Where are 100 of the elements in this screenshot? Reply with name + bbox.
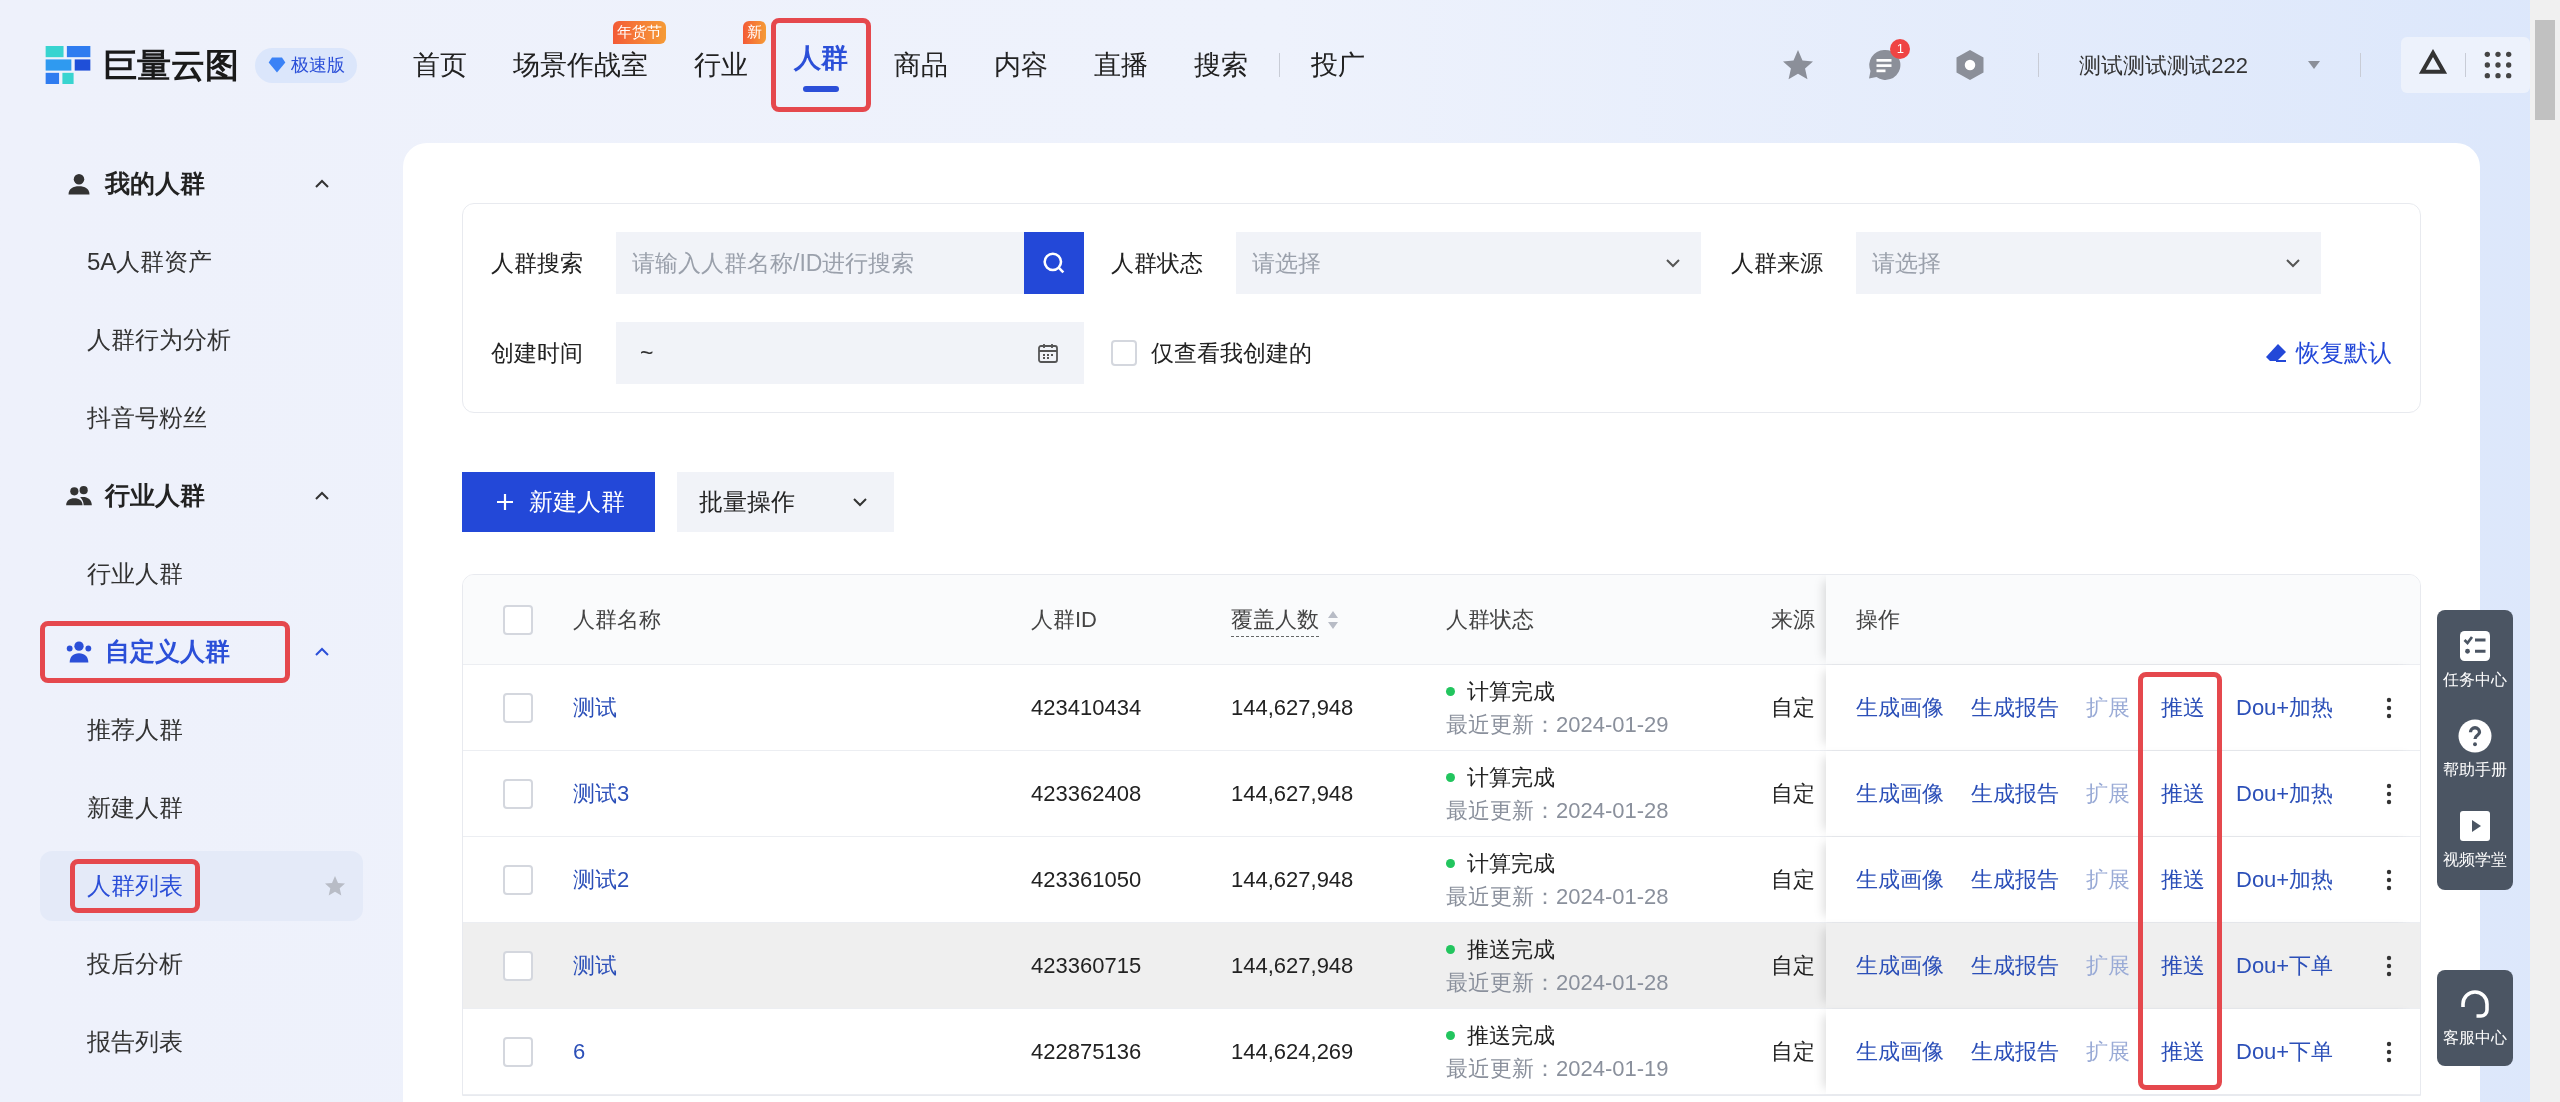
user-menu[interactable]: 测试测试测试222 (2079, 48, 2320, 82)
selected-indicator (803, 86, 839, 93)
sidebar-item[interactable]: 抖音号粉丝 (40, 383, 363, 453)
table-cell-text: 144,627,948 (1231, 952, 1354, 980)
table-cell-text: 144,627,948 (1231, 866, 1354, 894)
checkbox[interactable] (503, 950, 533, 981)
nav-tab[interactable]: 搜索 (1194, 44, 1248, 86)
action-link[interactable]: 生成画像 (1856, 863, 1944, 896)
nav-tab[interactable]: 商品 (894, 44, 948, 86)
sidebar-item[interactable]: 人群行为分析 (40, 305, 363, 375)
create-button[interactable]: 新建人群 (462, 472, 655, 532)
sidebar-item[interactable]: 新建人群 (40, 773, 363, 843)
action-link[interactable]: 生成画像 (1856, 1035, 1944, 1068)
sidebar-group[interactable]: 行业人群 (40, 465, 290, 527)
star-icon[interactable] (323, 874, 347, 898)
group-name-link[interactable]: 测试 (573, 949, 617, 982)
action-link[interactable]: Dou+加热 (2236, 691, 2334, 724)
column-header: 人群ID (1031, 606, 1097, 634)
table-cell-text: 423410434 (1031, 694, 1142, 722)
group-name-link[interactable]: 测试3 (573, 777, 630, 810)
action-link[interactable]: 生成报告 (1971, 777, 2059, 810)
action-link[interactable]: 生成画像 (1856, 949, 1944, 982)
action-link[interactable]: 生成报告 (1971, 863, 2059, 896)
column-header: 操作 (1856, 606, 1900, 634)
grid-icon[interactable] (2482, 49, 2514, 81)
sidebar-item[interactable]: 报告列表 (40, 1007, 363, 1077)
action-link[interactable]: 生成报告 (1971, 949, 2059, 982)
sidebar-item[interactable]: 行业人群 (40, 539, 363, 609)
checkbox[interactable] (503, 692, 533, 723)
date-range-field[interactable]: ~ (616, 322, 1084, 384)
sidebar-item[interactable]: 投后分析 (40, 929, 363, 999)
table-row[interactable]: 测试 423360715 144,627,948 推送完成 最近更新：2024-01-28 自定 生成画像 生成报告 扩展 推送 Dou+下单 (463, 923, 2420, 1009)
action-link[interactable]: 生成报告 (1971, 1035, 2059, 1068)
status-text: 计算完成 (1467, 763, 1555, 792)
updated-time: 最近更新：2024-01-28 (1446, 882, 1670, 911)
group-label: 行业人群 (105, 480, 205, 512)
checkbox[interactable] (503, 1036, 533, 1067)
action-link[interactable]: 生成画像 (1856, 691, 1944, 724)
scrollbar[interactable] (2530, 0, 2560, 1102)
sidebar-item[interactable]: 人群列表 (40, 851, 363, 921)
sidebar-item[interactable]: 推荐人群 (40, 695, 363, 765)
item-label: 行业人群 (86, 559, 184, 589)
more-icon[interactable] (2386, 868, 2392, 891)
filter-label: 人群搜索 (491, 248, 584, 278)
table-cell-text: 自定 (1771, 694, 1815, 722)
group-name-link[interactable]: 6 (573, 1035, 586, 1068)
more-icon[interactable] (2386, 954, 2392, 977)
checkbox[interactable] (503, 604, 533, 635)
group-name-link[interactable]: 测试2 (573, 863, 630, 896)
column-header[interactable]: 覆盖人数 (1231, 602, 1319, 637)
action-link[interactable]: 生成报告 (1971, 691, 2059, 724)
action-link[interactable]: 推送 (2161, 1035, 2205, 1068)
nav-tab[interactable]: 行业 (694, 44, 748, 86)
group-name-link[interactable]: 测试 (573, 691, 617, 724)
action-link[interactable]: Dou+加热 (2236, 777, 2334, 810)
action-link[interactable]: 推送 (2161, 863, 2205, 896)
caret-icon (2308, 61, 2320, 69)
table-row[interactable]: 测试3 423362408 144,627,948 计算完成 最近更新：2024-01-28 自定 生成画像 生成报告 扩展 推送 Dou+加热 (463, 751, 2420, 837)
action-link[interactable]: Dou+下单 (2236, 949, 2334, 982)
action-link[interactable]: 生成画像 (1856, 777, 1944, 810)
table-cell-text: 自定 (1771, 780, 1815, 808)
more-icon[interactable] (2386, 696, 2392, 719)
nav-tab[interactable]: 首页 (413, 44, 467, 86)
nav-tab[interactable]: 人群 (794, 37, 848, 79)
nav-tab[interactable]: 场景作战室 (513, 44, 648, 86)
checkbox[interactable] (503, 864, 533, 895)
table-cell-text: 自定 (1771, 952, 1815, 980)
sidebar-item[interactable]: 5A人群资产 (40, 227, 363, 297)
customer-service-button[interactable]: 客服中心 (2437, 970, 2513, 1066)
updated-time: 最近更新：2024-01-29 (1446, 710, 1670, 739)
calendar-icon (1036, 341, 1060, 365)
more-icon[interactable] (2386, 782, 2392, 805)
action-link[interactable]: Dou+加热 (2236, 863, 2334, 896)
table-row[interactable]: 测试2 423361050 144,627,948 计算完成 最近更新：2024-01-28 自定 生成画像 生成报告 扩展 推送 Dou+加热 (463, 837, 2420, 923)
item-label: 5A人群资产 (86, 247, 214, 277)
nav-tab[interactable]: 直播 (1094, 44, 1148, 86)
more-icon[interactable] (2386, 1040, 2392, 1063)
table-row[interactable]: 6 422875136 144,624,269 推送完成 最近更新：2024-01-19 自定 生成画像 生成报告 扩展 推送 Dou+下单 (463, 1009, 2420, 1095)
table-row[interactable]: 测试 423410434 144,627,948 计算完成 最近更新：2024-01-29 自定 生成画像 生成报告 扩展 推送 Dou+加热 (463, 665, 2420, 751)
nav-tab[interactable]: 投广 (1311, 44, 1365, 86)
float-tool-button[interactable]: 帮助手册 (2443, 718, 2507, 782)
search-field[interactable]: 请输入人群名称/ID进行搜索 (616, 232, 1024, 294)
action-link[interactable]: 推送 (2161, 949, 2205, 982)
checkbox[interactable] (1111, 340, 1137, 366)
sidebar-group[interactable]: 我的人群 (40, 153, 290, 215)
nav-tab[interactable]: 内容 (994, 44, 1048, 86)
search-button[interactable] (1024, 232, 1084, 294)
updated-time: 最近更新：2024-01-28 (1446, 796, 1670, 825)
float-tool-button[interactable]: 视频学堂 (2443, 808, 2507, 872)
checkbox[interactable] (503, 778, 533, 809)
item-label: 人群列表 (70, 859, 200, 913)
edition-badge: 极速版 (255, 47, 357, 83)
action-link[interactable]: Dou+下单 (2236, 1035, 2334, 1068)
action-link[interactable]: 推送 (2161, 691, 2205, 724)
batch-select[interactable]: 批量操作 (677, 472, 894, 532)
sidebar-group[interactable]: 自定义人群 (40, 621, 290, 683)
status-text: 推送完成 (1467, 1021, 1555, 1050)
reset-button[interactable]: 恢复默认 (2264, 335, 2392, 371)
action-link[interactable]: 推送 (2161, 777, 2205, 810)
float-tool-button[interactable]: 任务中心 (2443, 628, 2507, 692)
